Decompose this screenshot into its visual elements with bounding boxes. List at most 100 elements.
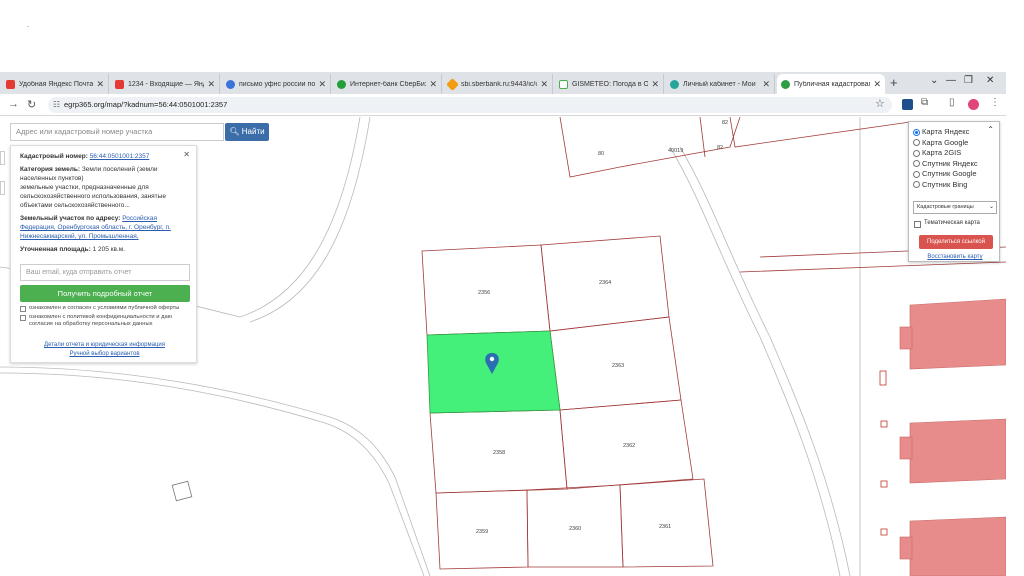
maximize-icon[interactable]: ❐ bbox=[964, 75, 973, 86]
close-icon[interactable]: ✕ bbox=[429, 79, 437, 90]
search-input[interactable]: Адрес или кадастровый номер участка bbox=[10, 123, 224, 141]
weather-icon bbox=[559, 79, 568, 89]
tab-sbi[interactable]: sbi.sberbank.ru:9443/ic/u ✕ bbox=[444, 74, 553, 94]
overlay-select-value: Кадастровые границы bbox=[917, 204, 974, 210]
category-label: Категория земель: bbox=[20, 166, 81, 173]
layer-option-yandex-satellite[interactable]: Спутник Яндекс bbox=[913, 159, 978, 169]
radio-icon[interactable] bbox=[913, 128, 920, 136]
layer-option-google-map[interactable]: Карта Google bbox=[913, 138, 968, 148]
manual-select-link[interactable]: Ручной выбор вариантов bbox=[11, 351, 198, 357]
tab-cadastral-map[interactable]: Публичная кадастровая ✕ bbox=[777, 74, 885, 94]
radio-icon[interactable] bbox=[913, 181, 920, 188]
close-icon[interactable]: ✕ bbox=[762, 79, 770, 90]
chevron-down-icon: ⌄ bbox=[988, 204, 994, 210]
structure bbox=[171, 480, 193, 502]
close-icon[interactable]: ✕ bbox=[873, 79, 881, 90]
menu-icon[interactable]: ⋮ bbox=[990, 97, 1000, 108]
area-value: 1 205 кв.м. bbox=[92, 246, 126, 253]
window-close-icon[interactable]: ✕ bbox=[986, 75, 994, 86]
parcel-2361 bbox=[619, 478, 714, 568]
tab-yandex-mail[interactable]: Удобная Яндекс Почта ✕ bbox=[2, 74, 109, 94]
offer-checkbox[interactable] bbox=[20, 306, 26, 312]
tab-label: 1234 - Входящие — Янд bbox=[128, 80, 205, 88]
close-icon[interactable]: ✕ bbox=[540, 79, 548, 90]
building bbox=[899, 326, 913, 350]
minimize-icon[interactable]: — bbox=[946, 75, 956, 86]
parcel-label-2364: 2364 bbox=[599, 280, 611, 286]
privacy-checkbox[interactable] bbox=[20, 315, 26, 321]
radio-icon[interactable] bbox=[913, 160, 920, 167]
side-stub[interactable] bbox=[0, 181, 5, 195]
thematic-map-checkbox[interactable] bbox=[914, 221, 921, 228]
tab-inbox[interactable]: 1234 - Входящие — Янд ✕ bbox=[111, 74, 220, 94]
area-label: Уточненная площадь: bbox=[20, 246, 91, 253]
small-markers bbox=[879, 370, 888, 536]
layer-label: Спутник Bing bbox=[922, 179, 968, 189]
new-tab-icon[interactable]: + bbox=[890, 75, 898, 90]
tab-cabinet[interactable]: Личный кабинет - Мои ✕ bbox=[666, 74, 775, 94]
tab-label: Интернет-банк СберБиз bbox=[350, 80, 427, 88]
road-line bbox=[0, 366, 431, 576]
close-icon[interactable]: ✕ bbox=[207, 79, 215, 90]
sber-icon bbox=[446, 77, 459, 91]
avatar[interactable] bbox=[968, 99, 979, 110]
tab-gismeteo[interactable]: GISMETEO: Погода в Ор ✕ bbox=[555, 74, 664, 94]
reload-icon[interactable]: ↻ bbox=[27, 98, 36, 111]
side-stub[interactable] bbox=[0, 151, 5, 165]
chevron-down-icon[interactable]: ⌄ bbox=[930, 75, 938, 86]
get-report-button[interactable]: Получить подробный отчет bbox=[20, 285, 190, 302]
usage-row: земельные участки, предназначенные для с… bbox=[20, 183, 190, 210]
email-field[interactable]: Ваш email, куда отправить отчет bbox=[20, 264, 190, 281]
report-details-link[interactable]: Детали отчета и юридическая информация bbox=[11, 342, 198, 348]
road-line bbox=[249, 117, 371, 323]
privacy-consent-label: ознакомлен с политикой конфиденциальност… bbox=[29, 314, 173, 327]
address-label: Земельный участок по адресу: bbox=[20, 215, 121, 222]
email-placeholder: Ваш email, куда отправить отчет bbox=[26, 269, 132, 276]
search-button[interactable]: 🔍︎ Найти bbox=[225, 123, 269, 141]
sidebar-icon[interactable]: ▯ bbox=[949, 97, 955, 108]
url-field[interactable]: ☷ egrp365.org/map/?kadnum=56:44:0501001:… bbox=[48, 97, 892, 113]
tab-letter[interactable]: письмо уфнс россии по ✕ bbox=[222, 74, 331, 94]
forward-icon[interactable]: → bbox=[8, 98, 19, 110]
tab-label: Удобная Яндекс Почта bbox=[19, 80, 94, 88]
share-button-label: Поделиться ссылкой bbox=[927, 239, 985, 245]
layer-option-yandex-map[interactable]: Карта Яндекс bbox=[913, 127, 969, 137]
chevron-up-icon[interactable]: ⌃ bbox=[987, 125, 994, 134]
thematic-map-label: Тематическая карта bbox=[924, 220, 980, 226]
buildings bbox=[899, 298, 1006, 576]
cadastral-label: Кадастровый номер: bbox=[20, 153, 88, 160]
close-icon[interactable]: ✕ bbox=[651, 79, 659, 90]
layer-option-google-satellite[interactable]: Спутник Google bbox=[913, 169, 977, 179]
building bbox=[909, 418, 1006, 484]
puzzle-icon[interactable]: ⧉ bbox=[921, 97, 928, 108]
parcel-label-2363: 2363 bbox=[612, 363, 624, 369]
share-link-button[interactable]: Поделиться ссылкой bbox=[919, 235, 993, 249]
parcel-label-2360: 2360 bbox=[569, 526, 581, 532]
search-button-label: Найти bbox=[241, 127, 265, 136]
tab-bar: Удобная Яндекс Почта ✕ 1234 - Входящие —… bbox=[0, 72, 1006, 94]
overlay-select[interactable]: Кадастровые границы ⌄ bbox=[913, 201, 997, 214]
layer-label: Карта Google bbox=[922, 137, 969, 147]
radio-icon[interactable] bbox=[913, 170, 920, 178]
marker-rect bbox=[880, 420, 888, 428]
layer-option-2gis-map[interactable]: Карта 2GIS bbox=[913, 148, 961, 158]
cadastral-number-link[interactable]: 56:44:0501001:2357 bbox=[90, 153, 150, 160]
parcel-label-82: 82 bbox=[722, 120, 728, 126]
map-area[interactable]: 2356 2364 2363 2358 2362 2359 2360 2361 … bbox=[0, 117, 1006, 576]
parcel-label-40019: 40019 bbox=[668, 148, 683, 154]
layer-option-bing-satellite[interactable]: Спутник Bing bbox=[913, 180, 967, 190]
tab-sberbiz[interactable]: Интернет-банк СберБиз ✕ bbox=[333, 74, 442, 94]
report-button-label: Получить подробный отчет bbox=[57, 289, 153, 298]
star-icon[interactable]: ☆ bbox=[875, 97, 885, 110]
radio-icon[interactable] bbox=[913, 139, 920, 146]
extension-icon[interactable] bbox=[902, 99, 913, 110]
selected-parcel-2357[interactable] bbox=[426, 330, 561, 414]
close-icon[interactable]: ✕ bbox=[96, 79, 104, 90]
close-icon[interactable]: ✕ bbox=[318, 79, 326, 90]
site-info-icon[interactable]: ☷ bbox=[53, 97, 60, 113]
layer-label: Спутник Google bbox=[922, 169, 977, 178]
restore-map-link[interactable]: Восстановить карту bbox=[909, 254, 1001, 260]
doc-icon bbox=[226, 79, 235, 89]
tab-label: sbi.sberbank.ru:9443/ic/u bbox=[461, 80, 538, 88]
radio-icon[interactable] bbox=[913, 149, 920, 157]
